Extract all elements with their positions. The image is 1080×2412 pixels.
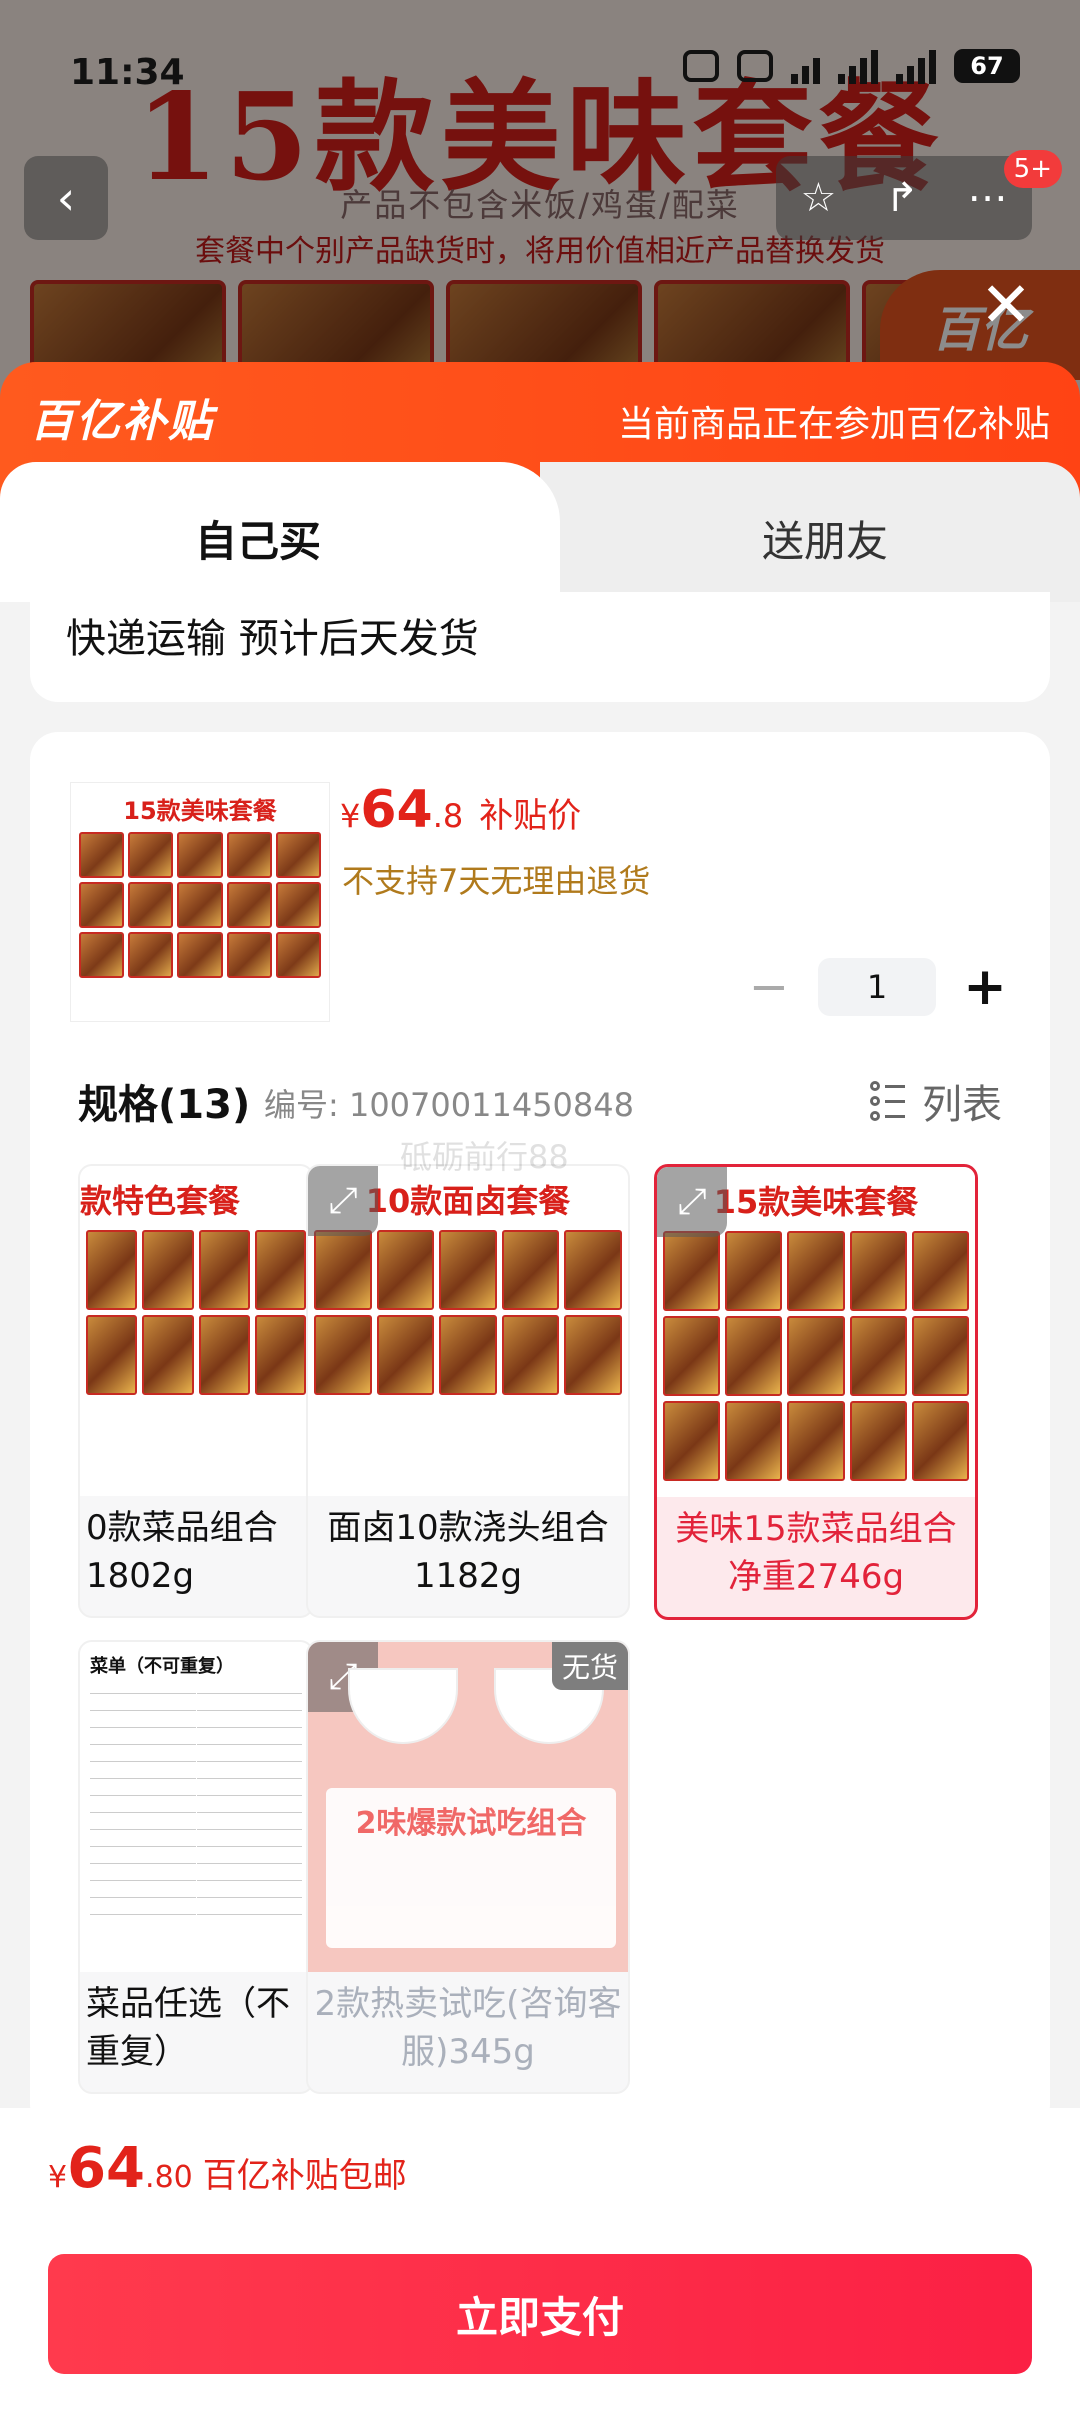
price-decimal: .80 — [145, 2160, 193, 2195]
status-time: 11:34 — [70, 52, 185, 93]
tab-buy-self[interactable]: 自己买 — [0, 462, 560, 602]
quantity-stepper: − 1 + — [734, 957, 1020, 1017]
back-button[interactable]: ‹ — [24, 156, 108, 240]
spec-option-out-of-stock[interactable]: ⤢ 2味爆款试吃组合 无货 2款热卖试吃(咨询客服)345g — [306, 1640, 630, 2094]
shipping-tag: 百亿补贴包邮 — [202, 2156, 407, 2196]
list-view-label: 列表 — [922, 1082, 1002, 1128]
product-image-title: 15款美味套餐 — [123, 797, 277, 825]
price-label: 补贴价 — [479, 796, 582, 836]
spec-option-name: 面卤10款浇头组合 1182g — [327, 1508, 609, 1596]
subsidy-logo: 百亿补贴 — [30, 396, 214, 447]
nav-actions: ☆ ↱ ⋯ — [776, 156, 1032, 240]
more-icon[interactable]: ⋯ — [968, 175, 1008, 221]
close-icon[interactable]: ✕ — [980, 268, 1032, 341]
spec-option[interactable]: 菜单（不可重复） 菜品任选（不 重复） — [78, 1640, 314, 2094]
tab-label: 送朋友 — [762, 517, 889, 566]
price-symbol: ¥ — [48, 2160, 68, 2195]
shipping-card: 快递运输 预计后天发货 — [30, 592, 1050, 702]
spec-option-name: 美味15款菜品组合 净重2746g — [675, 1509, 957, 1597]
spec-option-image-title: 款特色套餐 — [80, 1182, 241, 1220]
price-decimal: .8 — [432, 797, 464, 835]
promo-text: 当前商品正在参加百亿补贴 — [617, 404, 1050, 445]
spec-code: 编号: 10070011450848 — [264, 1086, 634, 1124]
cart-badge: 5+ — [1003, 150, 1062, 188]
status-bar: 11:34 67 — [0, 0, 1080, 130]
spec-option-image: ⤢ 2味爆款试吃组合 无货 — [308, 1642, 628, 1972]
signal-icon — [838, 48, 878, 84]
hd-icon — [737, 50, 773, 82]
bottom-bar: ¥ 64 .80 百亿补贴包邮 立即支付 — [0, 2108, 1080, 2412]
spec-option[interactable]: 款特色套餐 0款菜品组合 1802g — [78, 1164, 314, 1618]
chevron-left-icon: ‹ — [56, 171, 76, 225]
list-view-button[interactable]: 列表 — [870, 1072, 1002, 1130]
favorite-star-icon[interactable]: ☆ — [800, 175, 836, 221]
price-symbol: ¥ — [340, 797, 361, 835]
spec-option-image-title: 菜单（不可重复） — [90, 1656, 234, 1677]
spec-option-selected[interactable]: ⤢ 15款美味套餐 美味15款菜品组合 净重2746g — [654, 1164, 978, 1620]
decrease-button[interactable]: − — [734, 957, 804, 1017]
total-price: ¥ 64 .80 百亿补贴包邮 — [48, 2136, 407, 2201]
signal-icon — [896, 48, 936, 84]
spec-option-image: ⤢ 15款美味套餐 — [657, 1167, 975, 1497]
status-icons: 67 — [683, 48, 1020, 84]
spec-option-image-title: 2味爆款试吃组合 — [355, 1806, 587, 1841]
spec-option-image: 菜单（不可重复） — [80, 1642, 312, 1972]
product-card: 15款美味套餐 ¥ 64 .8 补贴价 不支持7天无理由退货 − 1 + 规格(… — [30, 732, 1050, 2132]
battery-icon: 67 — [954, 49, 1020, 83]
spec-title: 规格(13) — [78, 1082, 251, 1128]
spec-option-name: 0款菜品组合 1802g — [86, 1508, 278, 1596]
menu-table — [90, 1678, 302, 1915]
spec-option-image: ⤢ 10款面卤套餐 — [308, 1166, 628, 1496]
price-integer: 64 — [360, 780, 433, 840]
expand-icon[interactable]: ⤢ — [657, 1167, 727, 1237]
shipping-text: 快递运输 预计后天发货 — [66, 616, 479, 662]
product-image[interactable]: 15款美味套餐 — [70, 782, 330, 1022]
purchase-tabs: 送朋友 自己买 — [0, 462, 1080, 602]
out-of-stock-badge: 无货 — [551, 1642, 628, 1690]
increase-button[interactable]: + — [950, 957, 1020, 1017]
return-policy: 不支持7天无理由退货 — [342, 862, 651, 900]
spec-option-name: 2款热卖试吃(咨询客服)345g — [314, 1984, 622, 2072]
tab-label: 自己买 — [195, 517, 322, 566]
spec-option-name: 菜品任选（不 重复） — [86, 1984, 290, 2072]
spec-option[interactable]: ⤢ 10款面卤套餐 面卤10款浇头组合 1182g — [306, 1164, 630, 1618]
tab-gift-friend[interactable]: 送朋友 — [540, 462, 1080, 602]
alarm-icon — [683, 50, 719, 82]
list-icon — [870, 1081, 910, 1121]
product-image-grid — [71, 826, 329, 984]
watermark: 砥砺前行88 — [400, 1138, 569, 1176]
subsidy-price: ¥ 64 .8 补贴价 — [340, 780, 581, 840]
price-integer: 64 — [67, 2136, 146, 2201]
trial-box: 2味爆款试吃组合 — [326, 1788, 616, 1948]
wifi-icon — [791, 48, 820, 84]
quantity-input[interactable]: 1 — [818, 958, 936, 1016]
pay-now-button[interactable]: 立即支付 — [48, 2254, 1032, 2374]
spec-option-image: 款特色套餐 — [80, 1166, 312, 1496]
share-icon[interactable]: ↱ — [885, 175, 919, 221]
expand-icon[interactable]: ⤢ — [308, 1166, 378, 1236]
